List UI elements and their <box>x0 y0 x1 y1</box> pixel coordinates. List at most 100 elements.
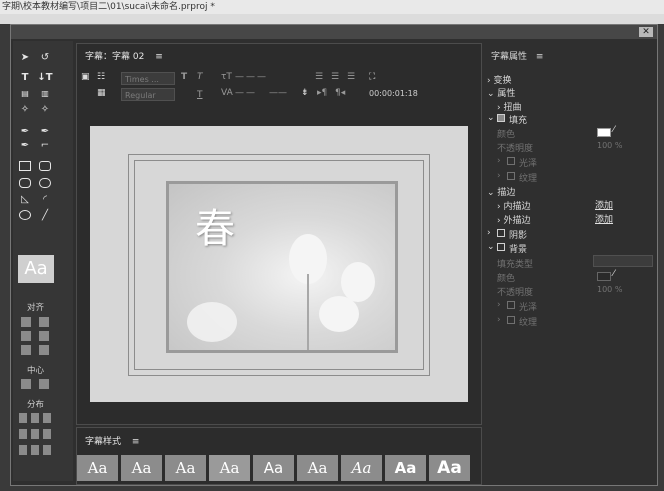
distribute-vertical-icon[interactable] <box>31 445 39 455</box>
ellipse-tool-icon[interactable] <box>19 210 31 220</box>
distribute-top-icon[interactable] <box>31 413 39 423</box>
stroke-section[interactable]: ⌄ 描边 <box>487 185 515 198</box>
fill-checkbox[interactable] <box>497 114 505 122</box>
safe-area-icon[interactable]: ▸¶ <box>317 88 327 98</box>
kerning-value[interactable]: —— <box>235 88 257 98</box>
inner-stroke-row[interactable]: › 内描边 <box>497 199 530 212</box>
rounded-corner-tool-icon[interactable] <box>39 178 51 188</box>
style-swatch[interactable]: Aa <box>209 455 250 481</box>
distribute-right-icon[interactable] <box>19 429 27 439</box>
bg-sheen-row[interactable]: › <box>497 300 501 310</box>
hamburger-icon[interactable]: ≡ <box>155 52 163 62</box>
style-swatch[interactable]: Aa <box>253 455 294 481</box>
align-right-text-icon[interactable]: ☰ <box>347 72 355 82</box>
wedge-tool-icon[interactable]: ◺ <box>19 193 31 205</box>
title-canvas[interactable]: 春 <box>90 126 468 402</box>
shadow-row[interactable]: › <box>487 228 491 238</box>
background-checkbox[interactable] <box>497 243 505 251</box>
vertical-path-type-tool-icon[interactable]: ✧ <box>39 103 51 115</box>
type-tool-icon[interactable]: T <box>19 71 31 83</box>
center-vertical-icon[interactable] <box>39 379 49 389</box>
style-swatch[interactable]: Aa <box>121 455 162 481</box>
style-swatch[interactable]: Aa <box>341 455 382 481</box>
attributes-section[interactable]: ⌄ 属性 <box>487 86 515 99</box>
pen-tool-icon[interactable]: ✒ <box>19 125 31 137</box>
style-swatch[interactable]: Aa <box>77 455 118 481</box>
line-tool-icon[interactable]: ╱ <box>39 209 51 221</box>
background-section[interactable]: ⌄ <box>487 242 495 252</box>
texture-row[interactable]: › <box>497 171 501 181</box>
fill-opacity-value[interactable]: 100 % <box>597 141 622 150</box>
italic-icon[interactable]: T <box>197 72 203 82</box>
sheen-row[interactable]: › <box>497 156 501 166</box>
style-swatch[interactable]: Aa <box>385 455 426 481</box>
rotation-tool-icon[interactable]: ↺ <box>39 51 51 63</box>
templates-icon[interactable]: ▦ <box>97 88 106 98</box>
hamburger-icon[interactable]: ≡ <box>132 437 140 447</box>
clipped-rectangle-tool-icon[interactable] <box>19 178 31 188</box>
timecode[interactable]: 00:00:01:18 <box>369 89 418 98</box>
roll-crawl-icon[interactable]: ☷ <box>97 72 105 82</box>
align-center-v-icon[interactable] <box>39 331 49 341</box>
distribute-center-icon[interactable] <box>43 413 51 423</box>
sheen-checkbox[interactable] <box>507 157 515 165</box>
distribute-horizontal-icon[interactable] <box>19 445 27 455</box>
align-right-icon[interactable] <box>21 345 31 355</box>
add-outer-stroke-link[interactable]: 添加 <box>595 212 613 225</box>
rectangle-tool-icon[interactable] <box>19 161 31 171</box>
texture-checkbox[interactable] <box>507 172 515 180</box>
align-left-icon[interactable] <box>21 317 31 327</box>
distribute-left-icon[interactable] <box>19 413 27 423</box>
delete-anchor-tool-icon[interactable]: ✒ <box>39 125 51 137</box>
bg-color-swatch[interactable] <box>597 272 611 281</box>
fill-type-select[interactable] <box>593 255 653 267</box>
align-left-text-icon[interactable]: ☰ <box>315 72 323 82</box>
background-video-icon[interactable]: ⛶ <box>369 72 375 82</box>
caption-text[interactable]: 春 <box>195 196 235 254</box>
vertical-type-tool-icon[interactable]: ↓T <box>37 71 52 83</box>
tab-stops-icon[interactable]: ⇟ <box>301 88 309 98</box>
bg-texture-row[interactable]: › <box>497 315 501 325</box>
show-video-icon[interactable]: ¶◂ <box>335 88 345 98</box>
fill-section[interactable]: ⌄ <box>487 113 495 123</box>
outer-stroke-row[interactable]: › 外描边 <box>497 213 530 226</box>
bold-icon[interactable]: T <box>181 72 187 82</box>
distort-row[interactable]: › 扭曲 <box>497 100 521 113</box>
align-top-icon[interactable] <box>39 317 49 327</box>
shadow-checkbox[interactable] <box>497 229 505 237</box>
path-type-tool-icon[interactable]: ✧ <box>19 103 31 115</box>
bg-sheen-checkbox[interactable] <box>507 301 515 309</box>
leading-value[interactable]: —— <box>269 88 287 98</box>
style-swatch[interactable]: Aa <box>297 455 338 481</box>
align-center-h-icon[interactable] <box>21 331 31 341</box>
align-center-text-icon[interactable]: ☰ <box>331 72 339 82</box>
distribute-bottom-icon[interactable] <box>31 429 39 439</box>
rounded-rectangle-tool-icon[interactable] <box>39 161 51 171</box>
bg-opacity-value[interactable]: 100 % <box>597 285 622 294</box>
font-size-value[interactable]: ——— <box>235 72 268 82</box>
style-swatch[interactable]: Aa <box>165 455 206 481</box>
underline-icon[interactable]: T <box>197 90 203 100</box>
font-size-icon[interactable]: τT <box>221 72 232 82</box>
eyedropper-icon[interactable]: ⁄ <box>613 269 615 279</box>
convert-anchor-tool-icon[interactable]: ⌐ <box>39 139 51 151</box>
close-button[interactable]: ✕ <box>639 27 653 37</box>
eyedropper-icon[interactable]: ⁄ <box>613 125 615 135</box>
center-horizontal-icon[interactable] <box>21 379 31 389</box>
selection-tool-icon[interactable]: ➤ <box>19 51 31 63</box>
vertical-area-type-tool-icon[interactable]: ▥ <box>39 87 51 99</box>
bg-texture-checkbox[interactable] <box>507 316 515 324</box>
distribute-even-icon[interactable] <box>43 429 51 439</box>
new-title-icon[interactable]: ▣ <box>81 72 90 82</box>
font-style-select[interactable]: Regular <box>121 88 175 101</box>
align-bottom-icon[interactable] <box>39 345 49 355</box>
fill-color-swatch[interactable] <box>597 128 611 137</box>
add-inner-stroke-link[interactable]: 添加 <box>595 198 613 211</box>
add-anchor-tool-icon[interactable]: ✒ <box>19 139 31 151</box>
transform-section[interactable]: › 变换 <box>487 73 511 86</box>
kerning-icon[interactable]: VA <box>221 88 233 98</box>
area-type-tool-icon[interactable]: ▤ <box>19 87 31 99</box>
style-swatch[interactable]: Aa <box>429 455 470 481</box>
hamburger-icon[interactable]: ≡ <box>536 52 544 62</box>
distribute-space-icon[interactable] <box>43 445 51 455</box>
